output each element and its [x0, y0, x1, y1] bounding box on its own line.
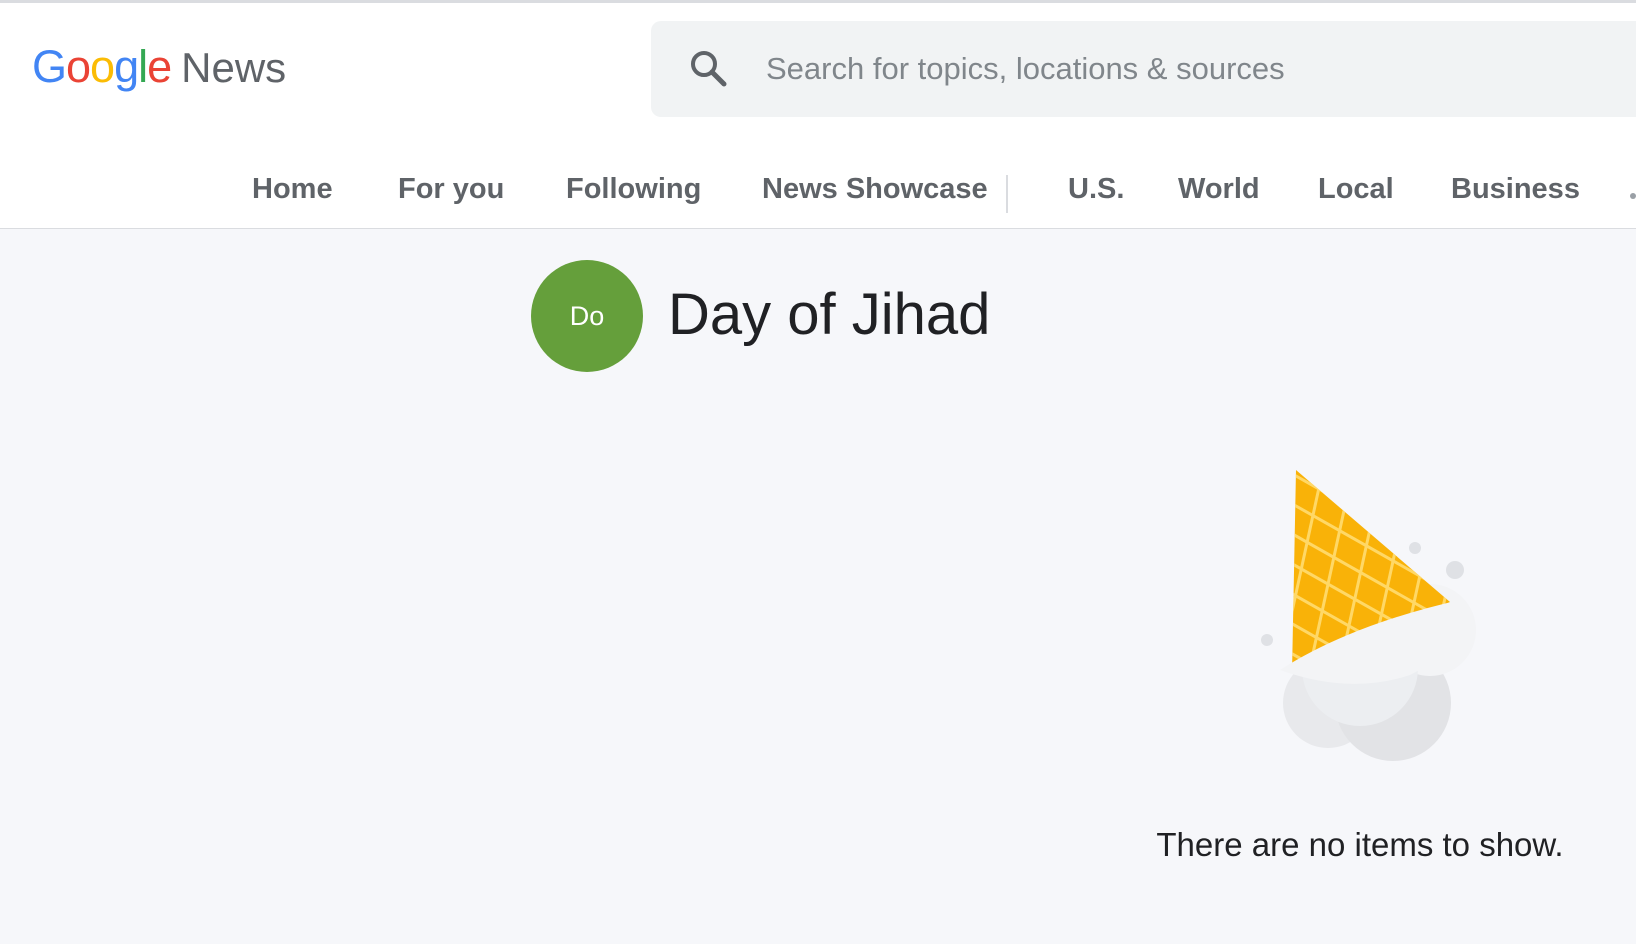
app-header: Google News Home For you Following News … [0, 3, 1636, 229]
dropped-ice-cream-icon [1261, 470, 1476, 761]
logo-letter: e [147, 41, 172, 92]
nav-local[interactable]: Local [1318, 173, 1394, 206]
nav-overflow-indicator [1630, 193, 1636, 199]
logo-letter: G [32, 41, 67, 92]
logo-letter: o [66, 41, 91, 92]
nav-divider [1006, 175, 1008, 213]
nav-business[interactable]: Business [1451, 173, 1580, 206]
topic-title: Day of Jihad [668, 282, 991, 347]
logo-letter: o [90, 41, 115, 92]
google-wordmark: Google [32, 41, 172, 93]
nav-following[interactable]: Following [566, 173, 701, 206]
search-input[interactable] [766, 45, 1586, 93]
empty-state-message: There are no items to show. [1156, 826, 1564, 863]
nav-news-showcase[interactable]: News Showcase [762, 173, 988, 206]
logo-product-name: News [181, 44, 287, 91]
google-news-logo[interactable]: Google News [32, 41, 286, 101]
logo-letter: g [114, 41, 139, 92]
search-icon[interactable] [687, 47, 731, 91]
section-nav: Home For you Following News Showcase U.S… [0, 153, 1636, 228]
nav-for-you[interactable]: For you [398, 173, 504, 206]
logo-letter: l [138, 41, 148, 92]
nav-world[interactable]: World [1178, 173, 1260, 206]
nav-us[interactable]: U.S. [1068, 173, 1124, 206]
topic-avatar-initials: Do [569, 300, 605, 331]
topic-avatar: Do [531, 260, 643, 372]
nav-home[interactable]: Home [252, 173, 333, 206]
search-bar[interactable] [651, 21, 1636, 117]
